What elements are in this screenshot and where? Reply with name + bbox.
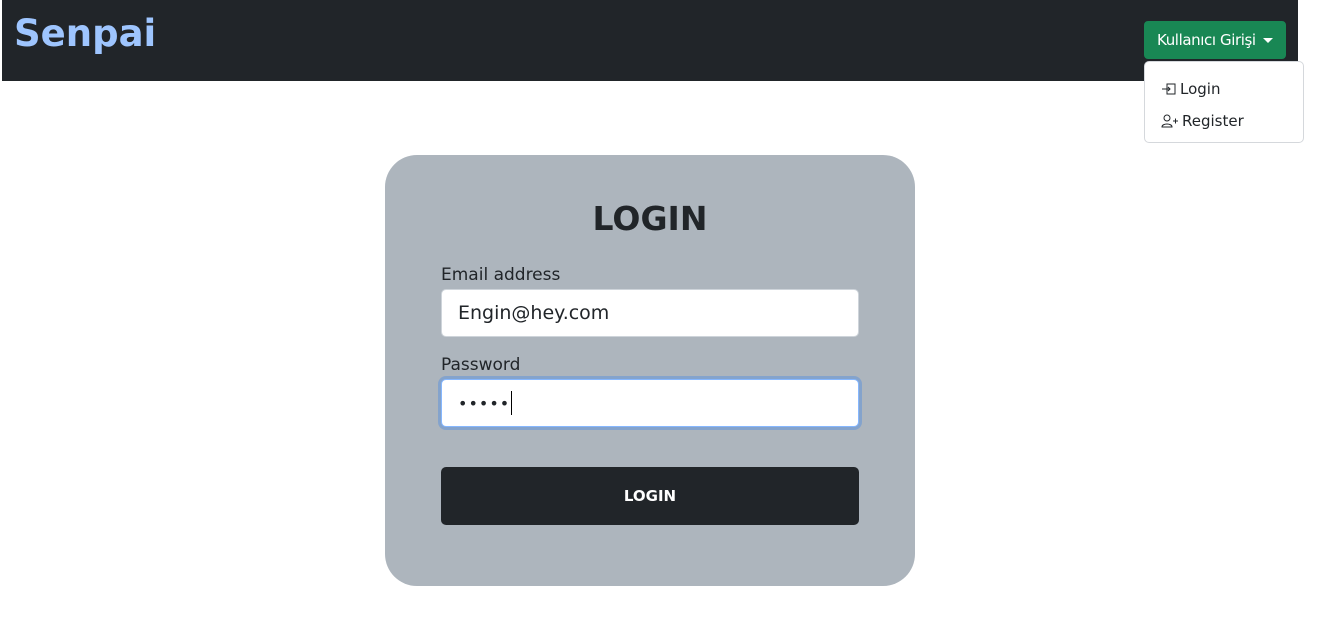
navbar: Senpai Kullanıcı Girişi — [2, 0, 1298, 81]
login-card: LOGIN Email address Engin@hey.com Passwo… — [385, 155, 915, 586]
login-icon — [1162, 83, 1176, 95]
dropdown-button-label: Kullanıcı Girişi — [1157, 31, 1256, 49]
dropdown-item-register[interactable]: Register — [1145, 105, 1303, 137]
person-plus-icon — [1161, 114, 1178, 128]
caret-down-icon — [1262, 37, 1273, 43]
email-input[interactable]: Engin@hey.com — [441, 289, 859, 337]
password-input[interactable]: ••••• — [441, 379, 859, 427]
login-title: LOGIN — [592, 199, 708, 238]
email-label: Email address — [441, 265, 561, 285]
dropdown-item-label: Register — [1182, 112, 1244, 130]
user-login-dropdown-button[interactable]: Kullanıcı Girişi — [1144, 21, 1286, 59]
brand-logo[interactable]: Senpai — [14, 13, 156, 55]
email-input-value: Engin@hey.com — [458, 302, 610, 324]
password-label: Password — [441, 355, 521, 375]
dropdown-item-label: Login — [1180, 80, 1221, 98]
login-submit-button[interactable]: LOGIN — [441, 467, 859, 525]
text-cursor — [511, 391, 513, 415]
dropdown-item-login[interactable]: Login — [1145, 73, 1303, 105]
user-dropdown-menu: Login Register — [1144, 61, 1304, 143]
password-input-value: ••••• — [458, 393, 511, 413]
